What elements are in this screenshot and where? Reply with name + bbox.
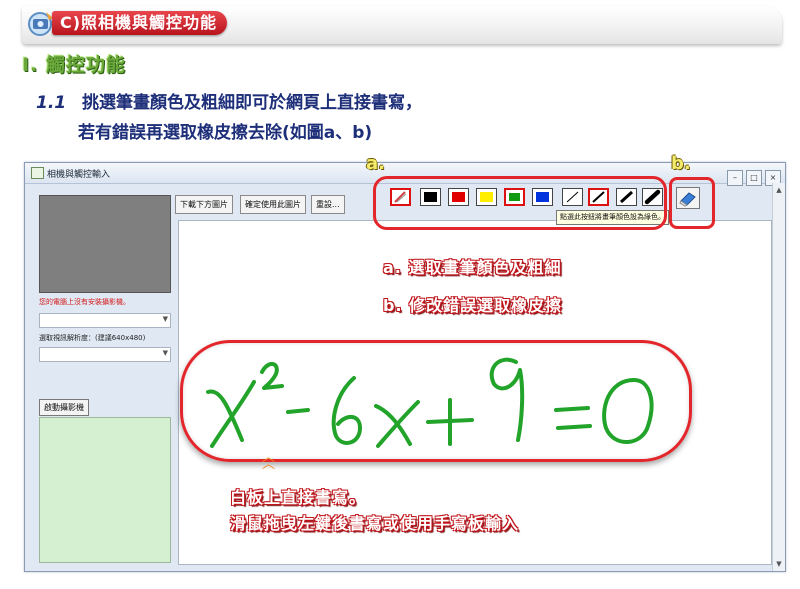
use-image-button[interactable]: 確定使用此圖片 bbox=[240, 195, 306, 214]
chevron-down-icon: ▼ bbox=[162, 315, 168, 323]
maximize-icon[interactable]: □ bbox=[746, 170, 762, 186]
resolution-select[interactable]: ▼ bbox=[39, 347, 171, 362]
section-badge: C)照相機與觸控功能 bbox=[52, 11, 228, 35]
camera-message: 您的電腦上沒有安裝攝影機。 bbox=[39, 298, 130, 306]
window-title: 相機與觸控輸入 bbox=[47, 170, 111, 180]
chevron-down-icon: ▼ bbox=[162, 349, 168, 357]
window-icon bbox=[31, 167, 44, 179]
subheading: I. 觸控功能 bbox=[22, 54, 126, 76]
label-a: a. bbox=[366, 153, 385, 174]
snapshot-box bbox=[39, 417, 171, 563]
handwritten-equation bbox=[206, 357, 654, 448]
step-number: 1.1 bbox=[36, 93, 67, 113]
label-b: b. bbox=[671, 153, 691, 174]
minimize-icon[interactable]: – bbox=[727, 170, 743, 186]
whiteboard-note-1: 白板上直接書寫。 bbox=[230, 488, 367, 507]
instruction-line-1: 1.1 挑選筆畫顏色及粗細即可於網頁上直接書寫， bbox=[36, 88, 422, 113]
chevron-up-icon: ︿ ︿ bbox=[262, 450, 276, 472]
vertical-scrollbar[interactable]: ▲ ▼ bbox=[772, 183, 785, 571]
instruction-line-2: 若有錯誤再選取橡皮擦去除(如圖a、b) bbox=[78, 123, 373, 143]
instruction-text-1: 挑選筆畫顏色及粗細即可於網頁上直接書寫， bbox=[82, 93, 423, 113]
eraser-highlight-oval bbox=[669, 177, 715, 229]
camera-panel: 您的電腦上沒有安裝攝影機。 ▼ 選取視訊解析度：(建議640x480) ▼ 啟動… bbox=[35, 193, 175, 563]
whiteboard-note-2: 滑鼠拖曳左鍵後書寫或使用手寫板輸入 bbox=[230, 514, 520, 533]
scroll-down-icon[interactable]: ▼ bbox=[774, 559, 784, 569]
camera-select[interactable]: ▼ bbox=[39, 313, 171, 328]
download-image-button[interactable]: 下載下方圖片 bbox=[175, 195, 233, 214]
note-a: a. 選取畫筆顏色及粗細 bbox=[383, 258, 562, 277]
scroll-up-icon[interactable]: ▲ bbox=[774, 185, 784, 195]
camera-preview bbox=[39, 195, 171, 293]
note-b: b. 修改錯誤選取橡皮擦 bbox=[383, 296, 563, 315]
start-camera-button[interactable]: 啟動攝影機 bbox=[39, 399, 89, 416]
toolbar-highlight-oval bbox=[373, 176, 667, 230]
resolution-label: 選取視訊解析度：(建議640x480) bbox=[39, 334, 146, 342]
reset-button[interactable]: 重設... bbox=[311, 195, 345, 214]
